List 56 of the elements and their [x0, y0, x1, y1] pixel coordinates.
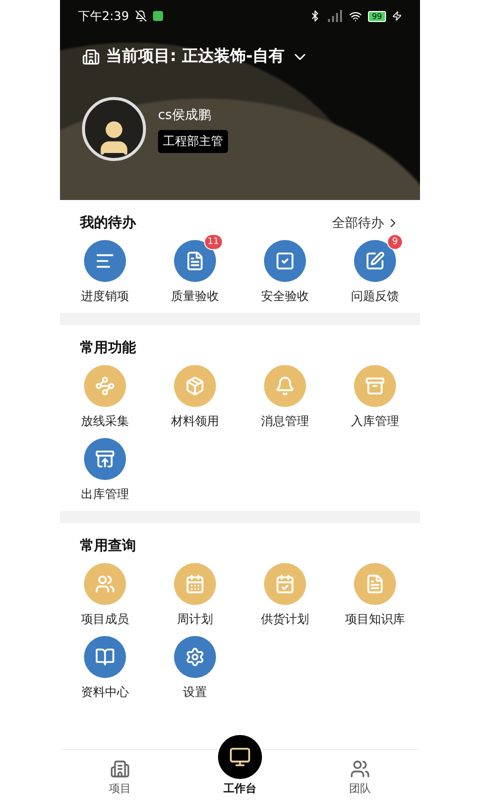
shortcut-label[interactable]: 消息管理 — [261, 413, 309, 430]
tab[interactable]: 团队 — [345, 750, 375, 800]
monitor-icon — [229, 746, 251, 768]
shortcut-button[interactable] — [264, 240, 306, 282]
section-title: 常用功能 — [80, 339, 136, 357]
project-selector[interactable]: 当前项目: 正达装饰-自有 — [106, 46, 285, 67]
section-title: 常用查询 — [80, 537, 136, 555]
shortcut-label[interactable]: 项目知识库 — [345, 611, 405, 628]
route-icon — [95, 376, 115, 396]
shortcut-label[interactable]: 出库管理 — [81, 486, 129, 503]
user-name: cs侯成鹏 — [158, 106, 211, 124]
shortcut-label[interactable]: 问题反馈 — [351, 288, 399, 305]
shortcut-label[interactable]: 项目成员 — [81, 611, 129, 628]
shortcut-button[interactable] — [174, 636, 216, 678]
document-icon — [365, 574, 385, 594]
tab[interactable]: 项目 — [105, 750, 135, 800]
shortcut-button[interactable] — [84, 438, 126, 480]
wifi-icon — [348, 10, 362, 22]
checkbox-icon — [275, 251, 295, 271]
calendar-check-icon — [275, 574, 295, 594]
building-icon — [110, 759, 130, 779]
shortcut-label[interactable]: 放线采集 — [81, 413, 129, 430]
battery-level: 99 — [368, 10, 386, 22]
mute-icon — [134, 10, 147, 22]
shortcut-label[interactable]: 供货计划 — [261, 611, 309, 628]
book-icon — [95, 647, 115, 667]
users-icon — [350, 759, 370, 779]
calendar-icon — [185, 574, 205, 594]
shortcut-label[interactable]: 入库管理 — [351, 413, 399, 430]
all-todos-link[interactable]: 全部待办 — [332, 214, 400, 232]
shortcut-label[interactable]: 材料领用 — [171, 413, 219, 430]
section-title: 我的待办 — [80, 214, 136, 232]
shortcut-label[interactable]: 进度销项 — [81, 288, 129, 305]
shortcut-label[interactable]: 安全验收 — [261, 288, 309, 305]
tray-out-icon — [95, 449, 115, 469]
building-icon — [82, 48, 100, 66]
shortcut-label[interactable]: 资料中心 — [81, 684, 129, 701]
status-time: 下午2:39 — [78, 8, 129, 24]
shortcut-label[interactable]: 质量验收 — [171, 288, 219, 305]
package-icon — [185, 376, 205, 396]
tab[interactable]: 工作台 — [214, 730, 266, 800]
shortcut-label[interactable]: 周计划 — [177, 611, 213, 628]
shortcut-button[interactable] — [84, 636, 126, 678]
pen-square-icon — [365, 251, 385, 271]
signal-icon — [326, 10, 343, 22]
app-icon — [152, 11, 163, 21]
settings-icon — [185, 647, 205, 667]
users-icon — [95, 574, 115, 594]
count-badge: 9 — [387, 234, 403, 250]
document-icon — [185, 251, 205, 271]
count-badge: 11 — [204, 234, 223, 250]
shortcut-label[interactable]: 设置 — [183, 684, 207, 701]
charging-icon — [392, 11, 402, 21]
role-tag: 工程部主管 — [158, 130, 228, 152]
shortcut-button[interactable] — [84, 240, 126, 282]
bell-icon — [275, 376, 295, 396]
